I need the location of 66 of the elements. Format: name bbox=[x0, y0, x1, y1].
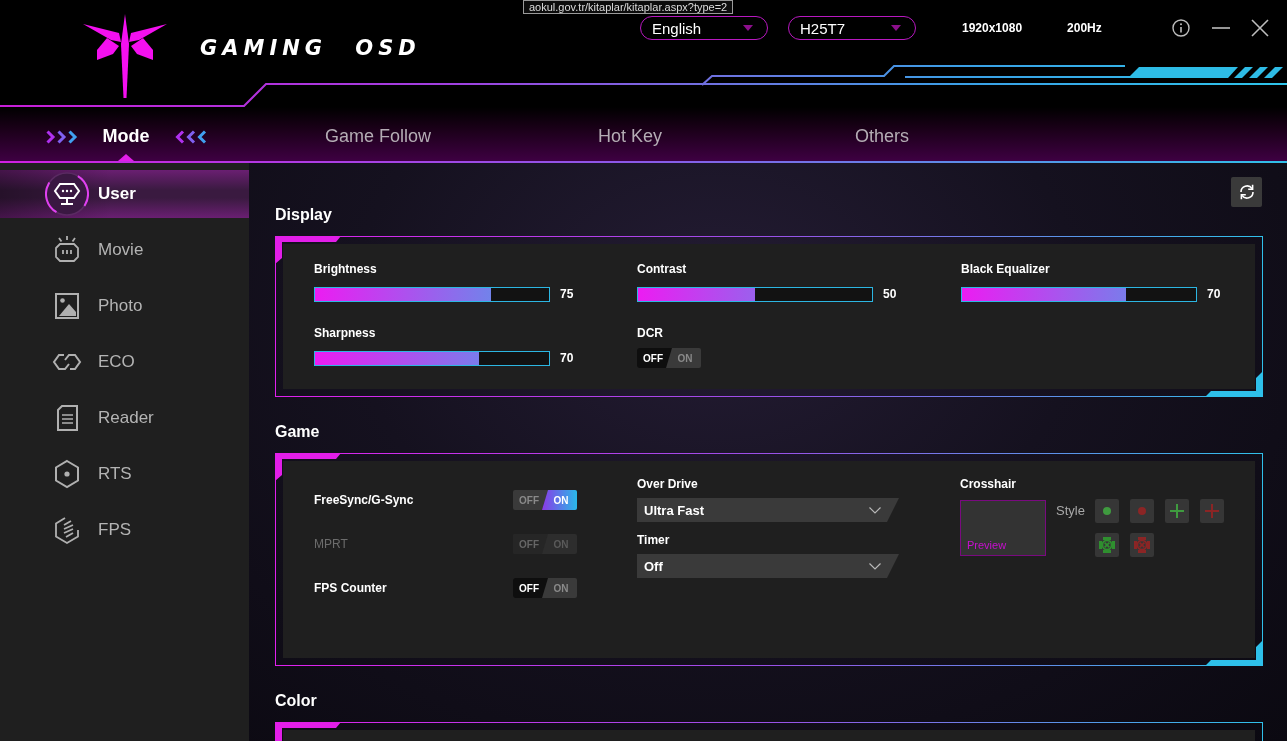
refresh-button[interactable] bbox=[1231, 177, 1262, 207]
image-icon bbox=[52, 291, 82, 321]
corner-bracket-icon bbox=[275, 453, 341, 481]
dropdown-select[interactable]: Ultra Fast bbox=[637, 498, 899, 522]
crosshair-style-button[interactable] bbox=[1094, 499, 1119, 523]
info-icon[interactable] bbox=[1171, 19, 1190, 37]
setting-label: Contrast bbox=[637, 261, 687, 278]
tab[interactable]: Mode bbox=[0, 107, 252, 161]
setting-label: MPRT bbox=[314, 537, 349, 551]
refresh-rate-text: 200Hz bbox=[1067, 21, 1102, 35]
chat-monitor-icon bbox=[45, 172, 89, 216]
caret-icon bbox=[743, 25, 753, 31]
setting-label: Black Equalizer bbox=[961, 261, 1050, 278]
hexagon-stripes-icon bbox=[52, 515, 82, 545]
setting-label: Sharpness bbox=[314, 325, 376, 342]
close-icon[interactable] bbox=[1250, 19, 1269, 37]
sidebar-item[interactable]: User bbox=[0, 170, 249, 218]
slider-track[interactable] bbox=[637, 286, 873, 302]
sidebar-item[interactable]: Reader bbox=[0, 394, 249, 442]
section-title: Color bbox=[275, 691, 317, 711]
setting-label: Timer bbox=[637, 532, 670, 549]
crosshair-style-button[interactable] bbox=[1164, 499, 1189, 523]
setting-label: FPS Counter bbox=[314, 581, 388, 595]
sidebar-item[interactable]: RTS bbox=[0, 450, 249, 498]
sidebar-item[interactable]: ECO bbox=[0, 338, 249, 386]
slider-track[interactable] bbox=[314, 350, 550, 366]
sidebar-item[interactable]: Photo bbox=[0, 282, 249, 330]
chevron-down-icon bbox=[869, 506, 881, 514]
toggle-switch[interactable]: OFF ON bbox=[513, 490, 577, 510]
tab[interactable]: Others bbox=[756, 107, 1008, 161]
crosshair-preview: Preview bbox=[960, 500, 1046, 556]
sidebar-item[interactable]: FPS bbox=[0, 506, 249, 554]
slider-value: 75 bbox=[560, 287, 574, 301]
url-tooltip: aokul.gov.tr/kitaplar/kitaplar.aspx?type=2 bbox=[523, 0, 734, 14]
resolution-text: 1920x1080 bbox=[962, 21, 1023, 35]
setting-label: Brightness bbox=[314, 261, 377, 278]
tab[interactable]: Hot Key bbox=[504, 107, 756, 161]
slider-value: 70 bbox=[560, 351, 574, 365]
slider-track[interactable] bbox=[314, 286, 550, 302]
glowing-box-icon bbox=[52, 235, 82, 265]
logo-text: GAMING OSD bbox=[200, 36, 421, 60]
caret-icon bbox=[891, 25, 901, 31]
minimize-icon[interactable] bbox=[1211, 27, 1230, 29]
dropdown-select[interactable]: Off bbox=[637, 554, 899, 578]
setting-label: Crosshair bbox=[960, 476, 1017, 493]
toggle-switch[interactable]: OFF ON bbox=[513, 578, 577, 598]
setting-label: Over Drive bbox=[637, 476, 698, 493]
setting-label: FreeSync/G-Sync bbox=[314, 493, 415, 507]
corner-bracket-icon bbox=[1205, 640, 1263, 666]
toggle-switch[interactable]: OFF ON bbox=[637, 348, 701, 368]
tab[interactable]: Game Follow bbox=[252, 107, 504, 161]
slider-value: 50 bbox=[883, 287, 897, 301]
setting-label: DCR bbox=[637, 325, 663, 342]
corner-bracket-icon bbox=[1205, 371, 1263, 397]
corner-bracket-icon bbox=[275, 236, 341, 264]
sidebar-item[interactable]: Movie bbox=[0, 226, 249, 274]
chevrons-right-icon bbox=[45, 129, 78, 144]
chevron-down-icon bbox=[869, 562, 881, 570]
slider-track[interactable] bbox=[961, 286, 1197, 302]
pointer-triangle-icon bbox=[118, 154, 134, 161]
section-title: Display bbox=[275, 205, 332, 225]
refresh-icon bbox=[1237, 183, 1256, 201]
section-title: Game bbox=[275, 422, 320, 442]
style-label: Style bbox=[1056, 502, 1085, 520]
slider-value: 70 bbox=[1207, 287, 1221, 301]
chevrons-left-icon bbox=[174, 129, 207, 144]
